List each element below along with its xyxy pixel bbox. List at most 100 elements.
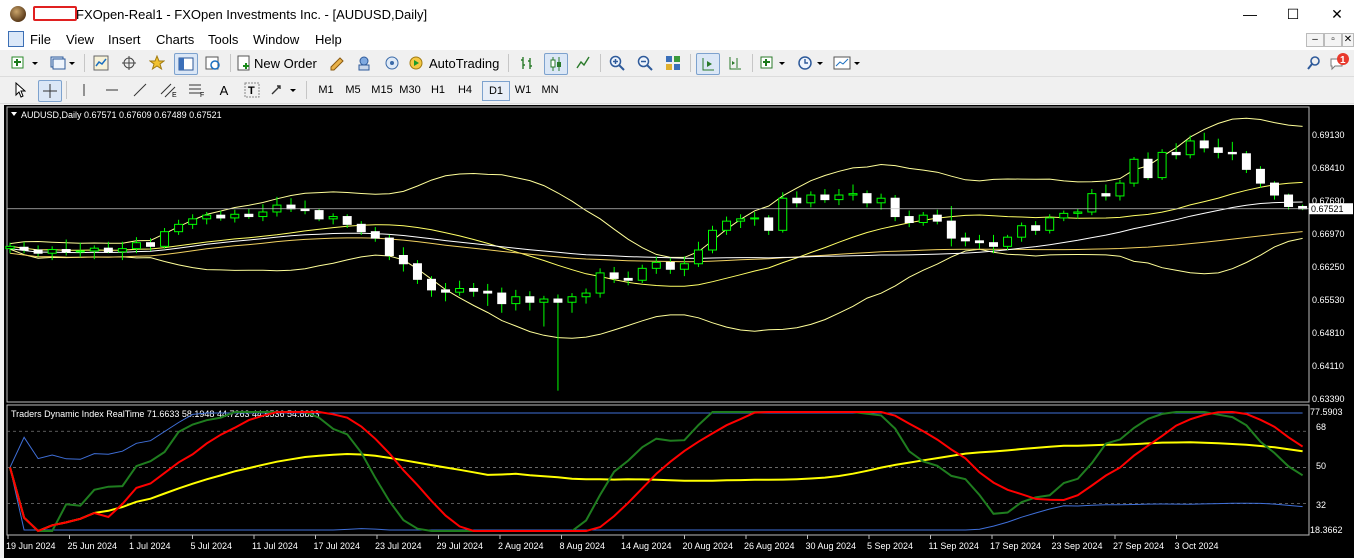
candle-body — [5, 245, 15, 250]
new-chart-button[interactable] — [8, 53, 42, 73]
price-chart[interactable]: AUDUSD,Daily 0.67571 0.67609 0.67489 0.6… — [4, 105, 1354, 558]
candle-body — [932, 214, 942, 222]
indicator-tick: 68 — [1316, 422, 1326, 432]
search-button[interactable] — [1304, 53, 1324, 73]
candle-body — [370, 231, 380, 239]
timeframe-h4[interactable]: H4 — [452, 81, 478, 99]
timeframe-m1[interactable]: M1 — [313, 81, 339, 99]
candle-body — [679, 263, 689, 270]
maximize-button[interactable]: ☐ — [1270, 0, 1316, 28]
menu-tools[interactable]: Tools — [208, 32, 238, 47]
timeframe-m15[interactable]: M15 — [369, 81, 395, 99]
indicators-icon — [760, 56, 785, 69]
menu-window[interactable]: Window — [253, 32, 299, 47]
zoom-in-button[interactable] — [606, 53, 628, 73]
candle-body — [1284, 194, 1294, 207]
timeframe-h1[interactable]: H1 — [425, 81, 451, 99]
current-price-label: 0.67521 — [1311, 204, 1344, 214]
star-icon — [149, 55, 165, 71]
profiles-button[interactable] — [48, 53, 78, 73]
timeframe-m30[interactable]: M30 — [397, 81, 423, 99]
price-tick: 0.65530 — [1312, 295, 1345, 305]
close-button[interactable]: ✕ — [1314, 0, 1354, 28]
profiles-icon — [50, 56, 75, 70]
auto-scroll-button[interactable] — [696, 53, 720, 75]
chart-menu-triangle-icon[interactable] — [11, 112, 17, 116]
favorites-button[interactable] — [146, 53, 168, 73]
metaeditor-button[interactable] — [326, 53, 348, 73]
candle-body — [469, 287, 479, 292]
menu-bar: File View Insert Charts Tools Window Hel… — [0, 28, 1354, 50]
menu-help[interactable]: Help — [315, 32, 342, 47]
candle-body — [1045, 217, 1055, 231]
menu-view[interactable]: View — [66, 32, 94, 47]
mdi-close-button[interactable]: ✕ — [1342, 33, 1354, 47]
horizontal-line-button[interactable] — [102, 80, 122, 100]
templates-button[interactable] — [832, 53, 864, 73]
line-chart-button[interactable] — [572, 53, 594, 73]
candle-body — [328, 216, 338, 220]
chart-shift-button[interactable] — [724, 53, 746, 73]
indicators-button[interactable] — [758, 53, 790, 73]
new-order-button[interactable]: New Order — [236, 53, 322, 73]
chart-header: AUDUSD,Daily 0.67571 0.67609 0.67489 0.6… — [21, 110, 222, 120]
date-tick-label: 30 Aug 2024 — [806, 541, 857, 551]
candle-body — [483, 290, 493, 294]
arrows-button[interactable] — [268, 80, 300, 100]
chart-window[interactable]: AUDUSD,Daily 0.67571 0.67609 0.67489 0.6… — [4, 105, 1354, 558]
strategy-tester-button[interactable] — [202, 53, 224, 73]
drawing-toolbar: E F A T M1 M5 M15 M30 H1 H4 D1 W1 MN — [0, 77, 1354, 104]
candle-body — [258, 211, 268, 218]
candle-body — [1241, 153, 1251, 170]
market-watch-button[interactable] — [90, 53, 112, 73]
new-order-icon — [237, 55, 250, 71]
menu-insert[interactable]: Insert — [108, 32, 141, 47]
editor-icon — [330, 57, 344, 71]
autotrading-button[interactable]: AutoTrading — [407, 53, 503, 73]
tile-windows-icon — [666, 56, 680, 70]
tile-windows-button[interactable] — [662, 53, 684, 73]
radio-icon — [385, 56, 399, 70]
crosshair-button[interactable] — [38, 80, 62, 102]
text-label-icon: T — [244, 82, 260, 98]
timeframe-mn[interactable]: MN — [537, 81, 563, 99]
candle-body — [188, 218, 198, 225]
date-tick-label: 17 Sep 2024 — [990, 541, 1041, 551]
vertical-line-button[interactable] — [74, 80, 94, 100]
mdi-restore-button[interactable]: ▫ — [1324, 33, 1342, 47]
signals-button[interactable] — [353, 53, 375, 73]
candle-body — [722, 220, 732, 231]
periods-button[interactable] — [796, 53, 826, 73]
candle-body — [160, 231, 170, 247]
text-label-button[interactable]: T — [242, 80, 262, 100]
menu-file[interactable]: File — [30, 32, 51, 47]
timeframe-w1[interactable]: W1 — [510, 81, 536, 99]
crosshair-navigator-button[interactable] — [118, 53, 140, 73]
candle-body — [708, 229, 717, 251]
candle-body — [1101, 193, 1111, 197]
trendline-button[interactable] — [130, 80, 150, 100]
zoom-out-button[interactable] — [634, 53, 656, 73]
notifications-button[interactable]: 1 — [1328, 53, 1352, 73]
data-window-button[interactable] — [174, 53, 198, 75]
candle-body — [778, 197, 788, 231]
date-tick-label: 19 Jun 2024 — [6, 541, 56, 551]
bollinger-lower-band — [9, 237, 1303, 339]
candle-body — [244, 213, 254, 218]
minimize-button[interactable]: — — [1227, 0, 1273, 28]
bar-chart-button[interactable] — [516, 53, 538, 73]
equidistant-channel-button[interactable]: E — [158, 80, 180, 100]
price-tick: 0.64110 — [1312, 361, 1344, 371]
price-tick: 0.66970 — [1312, 229, 1345, 239]
market-button[interactable] — [381, 53, 403, 73]
text-tool-button[interactable]: A — [214, 80, 234, 100]
cursor-button[interactable] — [10, 80, 30, 100]
candlestick-chart-button[interactable] — [544, 53, 568, 75]
candle-body — [974, 240, 984, 244]
timeframe-d1[interactable]: D1 — [482, 81, 510, 101]
menu-charts[interactable]: Charts — [156, 32, 194, 47]
date-tick-label: 20 Aug 2024 — [683, 541, 734, 551]
timeframe-m5[interactable]: M5 — [340, 81, 366, 99]
fibonacci-button[interactable]: F — [186, 80, 208, 100]
mdi-minimize-button[interactable]: ‒ — [1306, 33, 1324, 47]
